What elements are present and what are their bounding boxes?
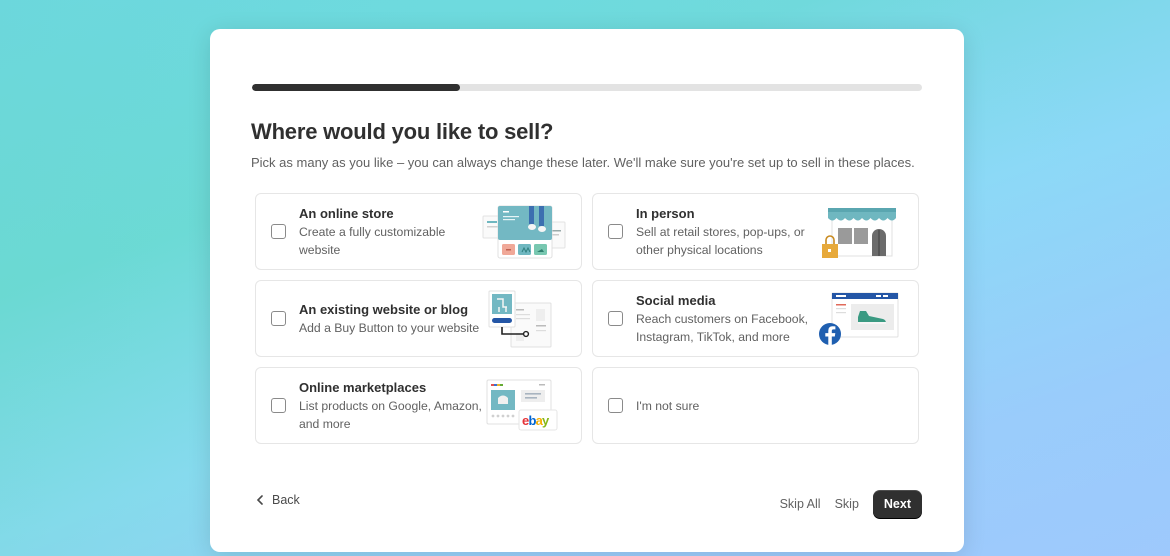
buy-button-illustration bbox=[488, 290, 552, 347]
ebay-logo-text: ebay bbox=[522, 413, 550, 428]
option-description: List products on Google, Amazon, and mor… bbox=[299, 398, 482, 431]
checkbox[interactable] bbox=[271, 310, 286, 326]
option-in-person[interactable]: In person Sell at retail stores, pop-ups… bbox=[592, 193, 919, 270]
checkbox[interactable] bbox=[608, 397, 623, 413]
option-description: Add a Buy Button to your website bbox=[299, 320, 480, 335]
option-title: An online store bbox=[299, 205, 394, 221]
option-existing-website[interactable]: An existing website or blog Add a Buy Bu… bbox=[255, 280, 582, 357]
checkbox[interactable] bbox=[271, 397, 286, 413]
option-title: An existing website or blog bbox=[299, 301, 469, 317]
marketplace-illustration: ebay bbox=[486, 379, 558, 430]
option-description: Reach customers on Facebook, Instagram, … bbox=[636, 311, 809, 344]
onboarding-card: Where would you like to sell? Pick as ma… bbox=[210, 29, 964, 552]
storefront-illustration bbox=[822, 207, 896, 258]
skip-button[interactable]: Skip bbox=[835, 497, 859, 511]
checkbox[interactable] bbox=[271, 223, 286, 239]
option-online-store[interactable]: An online store Create a fully customiza… bbox=[255, 193, 582, 270]
footer-actions: Skip All Skip Next bbox=[780, 490, 922, 518]
option-description: Create a fully customizable website bbox=[299, 224, 446, 257]
option-online-marketplaces[interactable]: Online marketplaces List products on Goo… bbox=[255, 367, 582, 444]
checkbox[interactable] bbox=[608, 310, 623, 326]
progress-bar-fill bbox=[252, 84, 460, 91]
next-button[interactable]: Next bbox=[872, 490, 922, 518]
page-title: Where would you like to sell? bbox=[251, 119, 554, 144]
back-label: Back bbox=[272, 493, 300, 507]
chevron-left-icon bbox=[256, 495, 263, 505]
online-store-illustration bbox=[482, 205, 566, 258]
option-not-sure[interactable]: I'm not sure bbox=[592, 367, 919, 444]
option-title: Online marketplaces bbox=[299, 379, 427, 395]
checkbox[interactable] bbox=[608, 223, 623, 239]
skip-all-button[interactable]: Skip All bbox=[780, 497, 821, 511]
option-title: In person bbox=[636, 205, 695, 221]
option-label: I'm not sure bbox=[636, 398, 700, 413]
option-title: Social media bbox=[636, 292, 716, 308]
option-social-media[interactable]: Social media Reach customers on Facebook… bbox=[592, 280, 919, 357]
social-media-illustration bbox=[819, 292, 899, 345]
progress-bar bbox=[252, 84, 922, 91]
back-button[interactable]: Back bbox=[256, 493, 300, 507]
option-description: Sell at retail stores, pop-ups, or other… bbox=[636, 224, 805, 257]
page-subtitle: Pick as many as you like – you can alway… bbox=[251, 155, 915, 170]
sell-options-grid: An online store Create a fully customiza… bbox=[255, 193, 919, 444]
